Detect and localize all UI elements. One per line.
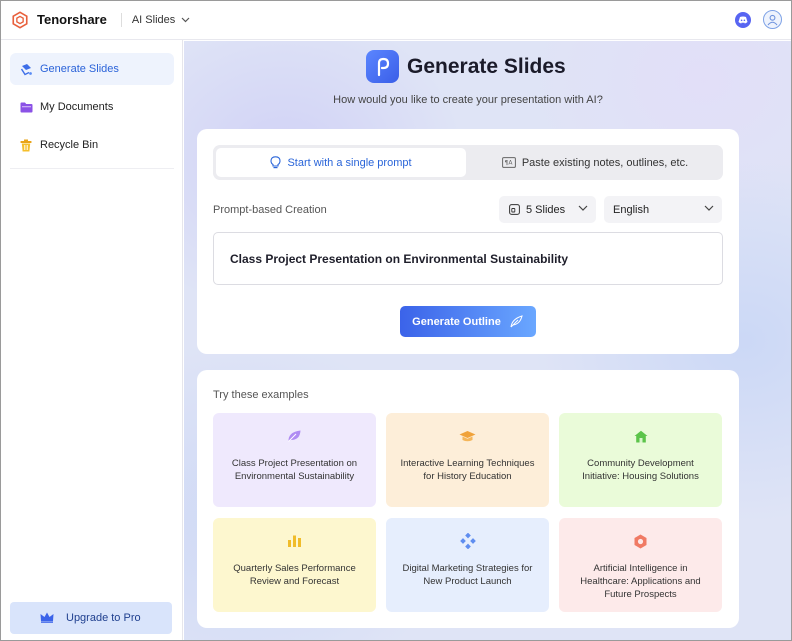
page-title: Generate Slides: [407, 54, 566, 78]
app-switcher[interactable]: AI Slides: [132, 14, 190, 26]
hero-heading: Generate Slides: [366, 50, 566, 83]
topbar-divider: [120, 12, 122, 27]
example-card-sales[interactable]: Quarterly Sales Performance Review and F…: [213, 518, 376, 612]
example-text: Quarterly Sales Performance Review and F…: [233, 563, 356, 587]
sidebar-divider: [10, 168, 174, 169]
example-text: Digital Marketing Strategies for New Pro…: [402, 563, 533, 587]
generate-slides-logo-icon: [366, 50, 399, 83]
language-value: English: [613, 203, 650, 216]
brand[interactable]: Tenorshare: [11, 10, 107, 29]
creation-mode-tabs: Start with a single prompt ¶A Paste exis…: [213, 145, 723, 180]
slides-count-select[interactable]: 5 Slides: [499, 196, 596, 223]
brand-name: Tenorshare: [37, 12, 107, 27]
chevron-down-icon: [578, 205, 588, 211]
example-card-ai-healthcare[interactable]: Artificial Intelligence in Healthcare: A…: [559, 518, 722, 612]
slides-icon: [509, 204, 520, 215]
page-subtitle: How would you like to create your presen…: [333, 94, 603, 106]
sidebar: Generate Slides My Documents Recycle Bin…: [0, 40, 183, 641]
prompt-input[interactable]: Class Project Presentation on Environmen…: [213, 232, 723, 285]
examples-card: Try these examples Class Project Present…: [197, 370, 739, 628]
example-card-marketing[interactable]: Digital Marketing Strategies for New Pro…: [386, 518, 549, 612]
prompt-card: Start with a single prompt ¶A Paste exis…: [197, 129, 739, 354]
sidebar-item-generate-slides[interactable]: Generate Slides: [10, 53, 174, 85]
example-card-environment[interactable]: Class Project Presentation on Environmen…: [213, 413, 376, 507]
examples-label: Try these examples: [213, 389, 309, 401]
discord-icon[interactable]: [735, 11, 751, 28]
house-icon: [634, 428, 648, 444]
slides-count-value: 5 Slides: [526, 203, 566, 216]
example-card-history[interactable]: Interactive Learning Techniques for Hist…: [386, 413, 549, 507]
sidebar-item-recycle-bin[interactable]: Recycle Bin: [10, 129, 174, 161]
tab-label: Paste existing notes, outlines, etc.: [521, 156, 689, 169]
chevron-down-icon: [181, 17, 190, 22]
tab-paste-notes[interactable]: ¶A Paste existing notes, outlines, etc.: [470, 148, 720, 177]
generate-outline-button[interactable]: Generate Outline: [400, 306, 536, 337]
tenorshare-logo-icon: [12, 10, 28, 29]
example-text: Artificial Intelligence in Healthcare: A…: [580, 563, 701, 600]
upgrade-label: Upgrade to Pro: [66, 612, 141, 624]
sidebar-item-label: Generate Slides: [40, 63, 119, 75]
lightbulb-icon: [270, 156, 281, 169]
tab-single-prompt[interactable]: Start with a single prompt: [216, 148, 466, 177]
top-bar: Tenorshare AI Slides: [0, 0, 792, 40]
generate-outline-label: Generate Outline: [412, 315, 501, 328]
diamond-grid-icon: [459, 533, 476, 549]
sidebar-item-label: My Documents: [40, 101, 114, 113]
svg-text:¶A: ¶A: [504, 160, 513, 167]
crown-icon: [40, 612, 54, 623]
upgrade-to-pro-button[interactable]: Upgrade to Pro: [10, 602, 172, 634]
user-avatar-icon[interactable]: [763, 10, 782, 29]
notes-translate-icon: ¶A: [501, 157, 516, 168]
trash-icon: [19, 138, 33, 152]
tab-label: Start with a single prompt: [287, 156, 412, 169]
example-card-housing[interactable]: Community Development Initiative: Housin…: [559, 413, 722, 507]
generate-slides-icon: [19, 62, 33, 76]
ai-hex-icon: [633, 533, 648, 549]
app-switcher-label: AI Slides: [131, 13, 176, 26]
sidebar-item-my-documents[interactable]: My Documents: [10, 91, 174, 123]
folder-icon: [19, 100, 33, 114]
example-text: Interactive Learning Techniques for Hist…: [400, 458, 535, 482]
bar-chart-icon: [287, 533, 302, 549]
chevron-down-icon: [704, 205, 714, 211]
sidebar-item-label: Recycle Bin: [40, 139, 99, 151]
leaf-icon: [287, 428, 302, 444]
language-select[interactable]: English: [604, 196, 722, 223]
feather-icon: [509, 314, 524, 329]
main-area: Generate Slides How would you like to cr…: [184, 41, 792, 641]
graduation-cap-icon: [459, 428, 476, 444]
example-text: Class Project Presentation on Environmen…: [231, 458, 358, 482]
section-label: Prompt-based Creation: [213, 204, 327, 216]
example-text: Community Development Initiative: Housin…: [582, 458, 699, 482]
